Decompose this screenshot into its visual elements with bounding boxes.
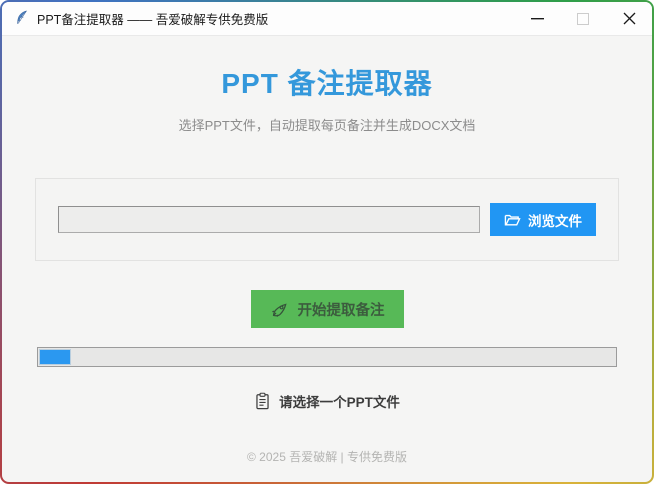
maximize-icon <box>577 13 589 25</box>
minimize-icon <box>531 12 544 25</box>
rocket-icon <box>270 300 289 319</box>
browse-files-label: 浏览文件 <box>528 210 582 230</box>
file-path-input[interactable] <box>58 206 480 233</box>
close-icon <box>623 12 636 25</box>
footer-copyright: © 2025 吾爱破解 | 专供免费版 <box>2 448 652 465</box>
main-content: PPT 备注提取器 选择PPT文件，自动提取每页备注并生成DOCX文档 浏览文件 <box>2 36 652 482</box>
close-button[interactable] <box>606 2 652 36</box>
file-picker-panel: 浏览文件 <box>35 178 619 261</box>
progress-bar <box>37 347 617 367</box>
maximize-button[interactable] <box>560 2 606 36</box>
progress-chunk <box>39 349 71 365</box>
app-window: PPT备注提取器 —— 吾爱破解专供免费版 PPT 备注提取器 选择PPT文件， <box>0 0 654 484</box>
page-subtitle: 选择PPT文件，自动提取每页备注并生成DOCX文档 <box>2 115 652 134</box>
folder-open-icon <box>504 212 521 227</box>
window-body: PPT备注提取器 —— 吾爱破解专供免费版 PPT 备注提取器 选择PPT文件， <box>2 2 652 482</box>
start-extract-button[interactable]: 开始提取备注 <box>251 290 404 328</box>
status-row: 请选择一个PPT文件 <box>2 391 652 411</box>
clipboard-icon <box>254 392 271 410</box>
page-title: PPT 备注提取器 <box>2 62 652 102</box>
titlebar: PPT备注提取器 —— 吾爱破解专供免费版 <box>2 2 652 36</box>
feather-icon <box>15 10 29 27</box>
minimize-button[interactable] <box>514 2 560 36</box>
start-extract-label: 开始提取备注 <box>298 299 385 320</box>
status-message: 请选择一个PPT文件 <box>279 391 400 411</box>
window-title: PPT备注提取器 —— 吾爱破解专供免费版 <box>37 9 268 28</box>
browse-files-button[interactable]: 浏览文件 <box>490 203 596 236</box>
